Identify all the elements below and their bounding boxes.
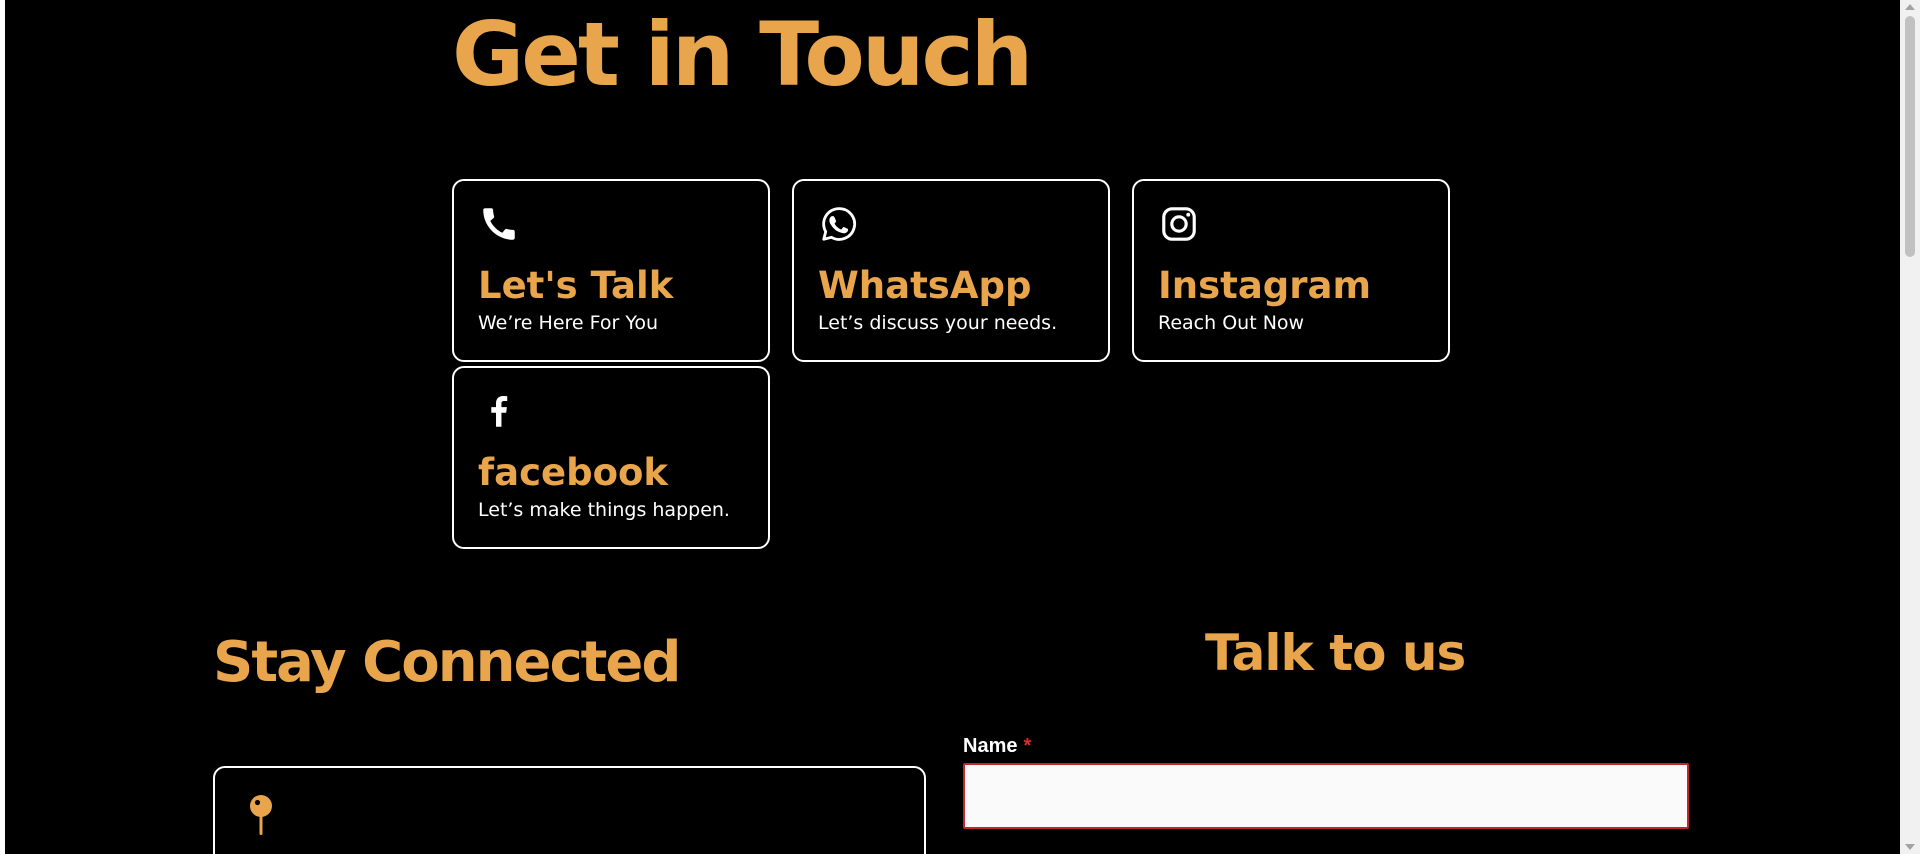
- map-pin-icon: [250, 795, 272, 835]
- page-title: Get in Touch: [452, 3, 1033, 106]
- scrollbar[interactable]: [1900, 0, 1920, 854]
- phone-icon: [483, 208, 515, 240]
- contact-card-title: Instagram: [1158, 264, 1372, 307]
- contact-card-title: Let's Talk: [478, 264, 674, 307]
- contact-card-title: facebook: [478, 451, 669, 494]
- required-marker: *: [1023, 735, 1032, 757]
- contact-card-whatsapp[interactable]: WhatsApp Let’s discuss your needs.: [792, 179, 1110, 362]
- contact-card-subtitle: Reach Out Now: [1158, 312, 1305, 334]
- whatsapp-icon: [822, 207, 857, 241]
- contact-card-instagram[interactable]: Instagram Reach Out Now: [1132, 179, 1450, 362]
- contact-card-facebook[interactable]: facebook Let’s make things happen.: [452, 366, 770, 549]
- stay-connected-heading: Stay Connected: [213, 630, 681, 695]
- page: Get in Touch Let's Talk We’re Here For Y…: [5, 0, 1900, 854]
- talk-to-us-heading: Talk to us: [1205, 624, 1466, 682]
- name-field-label: Name *: [963, 734, 1031, 758]
- instagram-icon: [1162, 207, 1196, 241]
- contact-card-title: WhatsApp: [818, 264, 1032, 307]
- location-card: [213, 766, 926, 854]
- contact-card-lets-talk[interactable]: Let's Talk We’re Here For You: [452, 179, 770, 362]
- scroll-up-arrow-icon[interactable]: [1905, 4, 1915, 10]
- facebook-icon: [491, 395, 508, 427]
- name-label-text: Name: [963, 735, 1018, 757]
- scroll-down-arrow-icon[interactable]: [1905, 844, 1915, 850]
- contact-card-subtitle: Let’s discuss your needs.: [818, 312, 1058, 334]
- contact-card-subtitle: We’re Here For You: [478, 312, 659, 334]
- name-field[interactable]: [963, 763, 1689, 829]
- scrollbar-thumb[interactable]: [1905, 16, 1915, 257]
- contact-card-subtitle: Let’s make things happen.: [478, 499, 730, 521]
